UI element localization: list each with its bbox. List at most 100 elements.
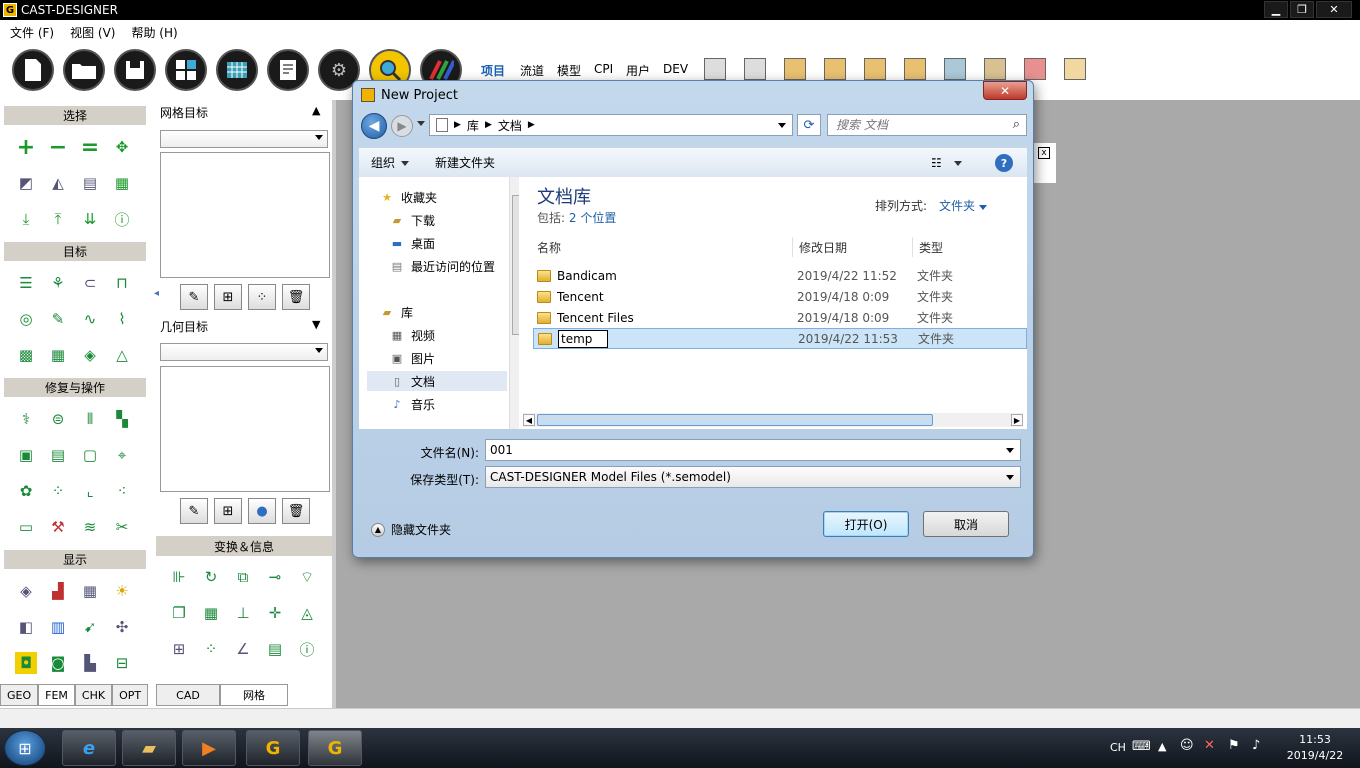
nav-videos[interactable]: ▦ 视频: [389, 325, 435, 345]
qq-icon[interactable]: ☺: [1180, 738, 1194, 753]
target-wave-icon[interactable]: ⌇: [111, 308, 133, 330]
unpack-icon[interactable]: [904, 58, 926, 80]
menu-help[interactable]: 帮助 (H): [131, 24, 177, 41]
display-axis-icon[interactable]: ✣: [111, 616, 133, 638]
file-row[interactable]: Tencent 2019/4/18 0:09 文件夹: [533, 286, 1027, 307]
menu-file[interactable]: 文件 (F): [10, 24, 54, 41]
info-angle-icon[interactable]: ∠: [232, 638, 254, 660]
geo-target-combo[interactable]: [160, 343, 328, 361]
repair-panel-icon[interactable]: ▤: [47, 444, 69, 466]
target-cube-icon[interactable]: ▩: [15, 344, 37, 366]
mesh-edit-button[interactable]: ✎: [180, 284, 208, 310]
display-chart-icon[interactable]: ▟: [47, 580, 69, 602]
column-name[interactable]: 名称: [537, 237, 793, 257]
download-icon[interactable]: ⤓: [15, 208, 37, 230]
archive-icon[interactable]: [984, 58, 1006, 80]
scroll-thumb[interactable]: [537, 414, 933, 426]
display-flow-icon[interactable]: ➹: [79, 616, 101, 638]
repair-dots-icon[interactable]: ⁘: [47, 480, 69, 502]
move-icon[interactable]: ✥: [111, 136, 133, 158]
select-face-icon[interactable]: ◭: [47, 172, 69, 194]
breadcrumb-library[interactable]: 库: [467, 117, 479, 134]
equal-icon[interactable]: =: [79, 135, 101, 160]
back-button[interactable]: ◀: [361, 113, 387, 139]
image-icon[interactable]: [944, 58, 966, 80]
keyboard-icon[interactable]: ⌨: [1132, 739, 1151, 754]
display-split-icon[interactable]: ◧: [15, 616, 37, 638]
file-hscrollbar[interactable]: ◀ ▶: [523, 413, 1023, 427]
geo-sphere-button[interactable]: ●: [248, 498, 276, 524]
mesh-delete-button[interactable]: 🗑: [282, 284, 310, 310]
collapse-up-icon[interactable]: ▲: [312, 104, 320, 117]
export-icon[interactable]: [824, 58, 846, 80]
transform-stamp-icon[interactable]: ⊥: [232, 602, 254, 624]
taskbar-media[interactable]: ▶: [182, 730, 236, 766]
mesh-nodes-button[interactable]: ⁘: [248, 284, 276, 310]
target-brush-icon[interactable]: ✎: [47, 308, 69, 330]
target-ring-icon[interactable]: ◎: [15, 308, 37, 330]
target-curve-icon[interactable]: ∿: [79, 308, 101, 330]
repair-spring-icon[interactable]: ⦀: [79, 408, 101, 430]
search-box[interactable]: ⌕: [827, 114, 1027, 136]
display-mesh-icon[interactable]: ◈: [15, 580, 37, 602]
geo-binoculars-button[interactable]: ⊞: [214, 498, 242, 524]
history-dropdown-icon[interactable]: [417, 121, 425, 126]
repair-block-icon[interactable]: ▚: [111, 408, 133, 430]
tab-cad[interactable]: CAD: [156, 684, 220, 706]
display-legend-icon[interactable]: ▥: [47, 616, 69, 638]
start-button[interactable]: ⊞: [4, 730, 46, 766]
nav-downloads[interactable]: ▰ 下载: [389, 210, 435, 230]
merge-icon[interactable]: ⇊: [79, 208, 101, 230]
geo-target-list[interactable]: [160, 366, 330, 492]
nav-recent[interactable]: ▤ 最近访问的位置: [389, 256, 495, 276]
column-type[interactable]: 类型: [917, 237, 1027, 257]
file-row-selected[interactable]: temp 2019/4/22 11:53 文件夹: [533, 328, 1027, 349]
tab-cpi[interactable]: CPI: [594, 62, 613, 76]
package-icon[interactable]: [864, 58, 886, 80]
repair-nodes-icon[interactable]: ⁖: [111, 480, 133, 502]
display-light-icon[interactable]: ☀: [111, 580, 133, 602]
chevron-down-icon[interactable]: [1006, 475, 1014, 480]
nav-pictures[interactable]: ▣ 图片: [389, 348, 435, 368]
new-folder-button[interactable]: 新建文件夹: [435, 154, 495, 171]
geo-delete-button[interactable]: 🗑: [282, 498, 310, 524]
save-as-icon[interactable]: [744, 58, 766, 80]
transform-rotate-icon[interactable]: ↻: [200, 566, 222, 588]
repair-fix-icon[interactable]: ⚒: [47, 516, 69, 538]
minus-icon[interactable]: −: [47, 135, 69, 160]
add-icon[interactable]: +: [15, 135, 37, 160]
chevron-right-icon[interactable]: ▶: [528, 120, 535, 130]
nav-libraries[interactable]: ▰ 库: [379, 302, 413, 322]
volume-icon[interactable]: ♪: [1252, 738, 1260, 753]
info-binoculars-icon[interactable]: ⊞: [168, 638, 190, 660]
target-link-icon[interactable]: ⊂: [79, 272, 101, 294]
nav-music[interactable]: ♪ 音乐: [389, 394, 435, 414]
forward-button[interactable]: ▶: [391, 115, 413, 137]
select-plane-icon[interactable]: ◩: [15, 172, 37, 194]
mesh-target-list[interactable]: [160, 152, 330, 278]
address-dropdown-icon[interactable]: [778, 123, 786, 128]
chevron-right-icon[interactable]: ▶: [485, 120, 492, 130]
taskbar-castdesigner-1[interactable]: G: [246, 730, 300, 766]
geo-edit-button[interactable]: ✎: [180, 498, 208, 524]
display-grid-icon[interactable]: ▦: [79, 580, 101, 602]
maximize-button[interactable]: ❐: [1290, 1, 1314, 18]
hide-folders-toggle[interactable]: ▲ 隐藏文件夹: [371, 521, 451, 538]
address-bar[interactable]: ▶ 库 ▶ 文档 ▶: [429, 114, 793, 136]
dialog-close-button[interactable]: ✕: [983, 81, 1027, 100]
tools-config-icon[interactable]: [1024, 58, 1046, 80]
filename-field[interactable]: [485, 439, 1021, 461]
scroll-left-icon[interactable]: ◀: [523, 414, 535, 426]
select-volume-icon[interactable]: ▤: [79, 172, 101, 194]
close-icon[interactable]: x: [1038, 147, 1050, 159]
repair-cut-icon[interactable]: ✂: [111, 516, 133, 538]
transform-copy-icon[interactable]: ❐: [168, 602, 190, 624]
clock[interactable]: 11:53 2019/4/22: [1280, 732, 1350, 764]
breadcrumb-documents[interactable]: 文档: [498, 117, 522, 134]
tab-runner[interactable]: 流道: [520, 62, 544, 79]
transform-offset-icon[interactable]: ⊸: [264, 566, 286, 588]
repair-screen-icon[interactable]: ▣: [15, 444, 37, 466]
tab-user[interactable]: 用户: [626, 62, 650, 79]
cancel-button[interactable]: 取消: [923, 511, 1009, 537]
collapse-left-icon[interactable]: ◂: [154, 288, 159, 299]
